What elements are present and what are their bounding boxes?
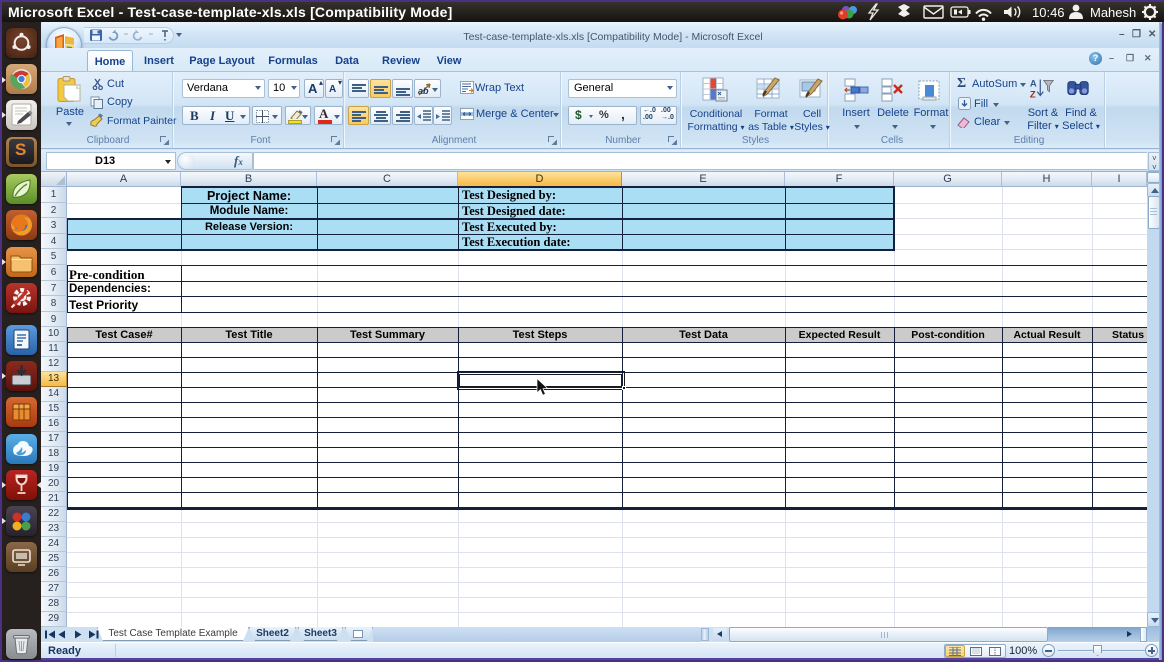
svg-text:A: A bbox=[1030, 78, 1037, 89]
svg-text:Z: Z bbox=[1030, 90, 1036, 101]
svg-text:ab: ab bbox=[418, 86, 429, 96]
